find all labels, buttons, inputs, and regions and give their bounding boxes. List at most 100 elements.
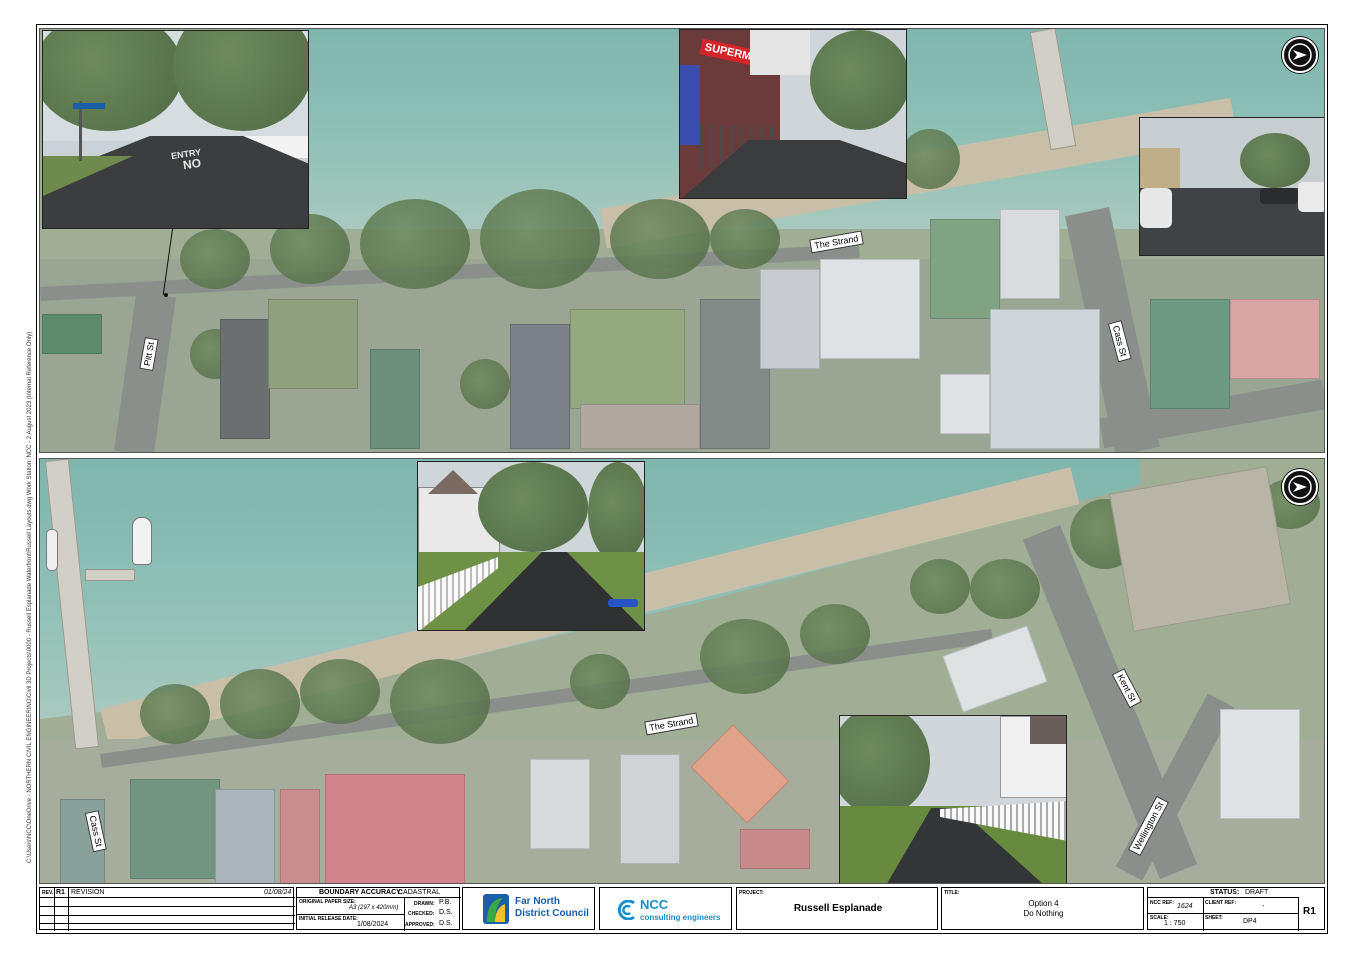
tree <box>300 659 380 724</box>
building <box>760 269 820 369</box>
tree <box>220 669 300 739</box>
ncc-ref-value: 1624 <box>1177 903 1193 910</box>
tree <box>180 229 250 289</box>
paper-label: ORIGINAL PAPER SIZE: <box>299 899 356 905</box>
sheet-label: SHEET: <box>1205 915 1223 921</box>
building <box>570 309 685 409</box>
boat <box>46 529 58 571</box>
status-label: STATUS: <box>1210 889 1240 896</box>
building <box>820 259 920 359</box>
building <box>940 374 990 434</box>
boat <box>132 517 152 565</box>
building <box>280 789 320 883</box>
building <box>220 319 270 439</box>
site-photo-cass-st <box>1139 117 1324 256</box>
file-path-text: C:\Users\NCC\OneDrive - NORTHERN CIVIL E… <box>27 331 33 863</box>
title-label: TITLE: <box>944 890 960 896</box>
building <box>1150 299 1230 409</box>
ncc-sub: consulting engineers <box>640 913 721 922</box>
building <box>130 779 220 879</box>
building <box>510 324 570 449</box>
drawn-label: DRAWN: <box>414 901 435 907</box>
aerial-map-bottom: The Strand Cass St Kent St Wellington St <box>39 458 1325 884</box>
client-ref-label: CLIENT REF: <box>1205 900 1237 906</box>
project-block: PROJECT: Russell Esplanade <box>736 887 938 930</box>
site-photo-pitt-st: ENTRY NO <box>42 30 309 229</box>
tree <box>710 209 780 269</box>
boundary-value: CADASTRAL <box>398 889 441 896</box>
paper-value: A3 (297 x 420mm) <box>349 905 399 911</box>
building <box>1000 209 1060 299</box>
project-value: Russell Esplanade <box>793 903 883 914</box>
tree <box>140 684 210 744</box>
building <box>1230 299 1320 379</box>
fndc-name-line2: District Council <box>515 908 589 919</box>
tree <box>390 659 490 744</box>
title-line1: Option 4 <box>1028 899 1059 908</box>
revision-date: 01/08/24 <box>264 889 292 896</box>
tree <box>900 129 960 189</box>
building <box>580 404 700 449</box>
ncc-ref-label: NCC REF: <box>1150 900 1174 906</box>
title-line2: Do Nothing <box>1023 909 1064 918</box>
fndc-name-line1: Far North <box>515 896 560 907</box>
sheet-revision: R1 <box>1303 906 1316 917</box>
release-label: INITIAL RELEASE DATE: <box>299 916 358 922</box>
building <box>1220 709 1300 819</box>
building <box>325 774 465 883</box>
tree <box>360 199 470 289</box>
boundary-label: BOUNDARY ACCURACY: <box>319 889 403 896</box>
ncc-logo-block: NCC consulting engineers <box>599 887 732 930</box>
project-label: PROJECT: <box>739 890 764 896</box>
approved-value: D.S. <box>439 920 453 927</box>
fndc-logo-block: Far North District Council <box>462 887 595 930</box>
building <box>620 754 680 864</box>
release-value: 1/08/2024 <box>357 921 389 928</box>
building <box>268 299 358 389</box>
site-photo-fence-path <box>839 715 1067 883</box>
building <box>215 789 275 883</box>
checked-value: D.S. <box>439 909 453 916</box>
tree <box>970 559 1040 619</box>
status-block: STATUS: DRAFT NCC REF: 1624 CLIENT REF: … <box>1147 887 1325 931</box>
tree <box>480 189 600 289</box>
client-ref-value: - <box>1262 903 1265 910</box>
rev-head: REV. <box>42 890 54 896</box>
building <box>930 219 1000 319</box>
approved-label: APPROVED: <box>405 922 435 928</box>
tree <box>460 359 510 409</box>
rev-value: R1 <box>56 889 65 896</box>
wharf-arm <box>85 569 135 581</box>
north-arrow-icon <box>1282 469 1318 505</box>
road-marking-no: NO <box>182 155 202 173</box>
scale-value: 1 : 750 <box>1164 920 1186 927</box>
revision-head: REVISION <box>71 889 105 896</box>
sheet-value: DP4 <box>1243 918 1257 925</box>
tree <box>800 604 870 664</box>
title-block: TITLE: Option 4 Do Nothing <box>941 887 1144 930</box>
site-photo-supermarket: SUPERMARKET <box>679 29 907 199</box>
building <box>530 759 590 849</box>
tree <box>700 619 790 694</box>
building <box>370 349 420 449</box>
building <box>42 314 102 354</box>
fndc-logo-icon <box>483 894 509 924</box>
tree <box>610 199 710 279</box>
tree <box>910 559 970 614</box>
parking-area <box>1109 466 1291 632</box>
ncc-logo-icon <box>617 900 635 920</box>
ncc-name: NCC <box>640 897 669 912</box>
north-arrow-icon <box>1282 37 1318 73</box>
site-photo-church-path <box>417 461 645 631</box>
building <box>990 309 1100 449</box>
the-strand-label: The Strand <box>644 712 699 736</box>
aerial-map-top: Pitt St The Strand Cass St ENTRY NO SUPE… <box>39 28 1325 453</box>
boundary-block: BOUNDARY ACCURACY: CADASTRAL ORIGINAL PA… <box>296 887 461 931</box>
checked-label: CHECKED: <box>408 911 435 917</box>
status-value: DRAFT <box>1245 889 1269 896</box>
revision-block: REV. R1 REVISION 01/08/24 <box>39 887 295 931</box>
drawn-value: P.B. <box>439 899 452 906</box>
tree <box>570 654 630 709</box>
photo-leader-dot <box>164 293 168 297</box>
building <box>740 829 810 869</box>
